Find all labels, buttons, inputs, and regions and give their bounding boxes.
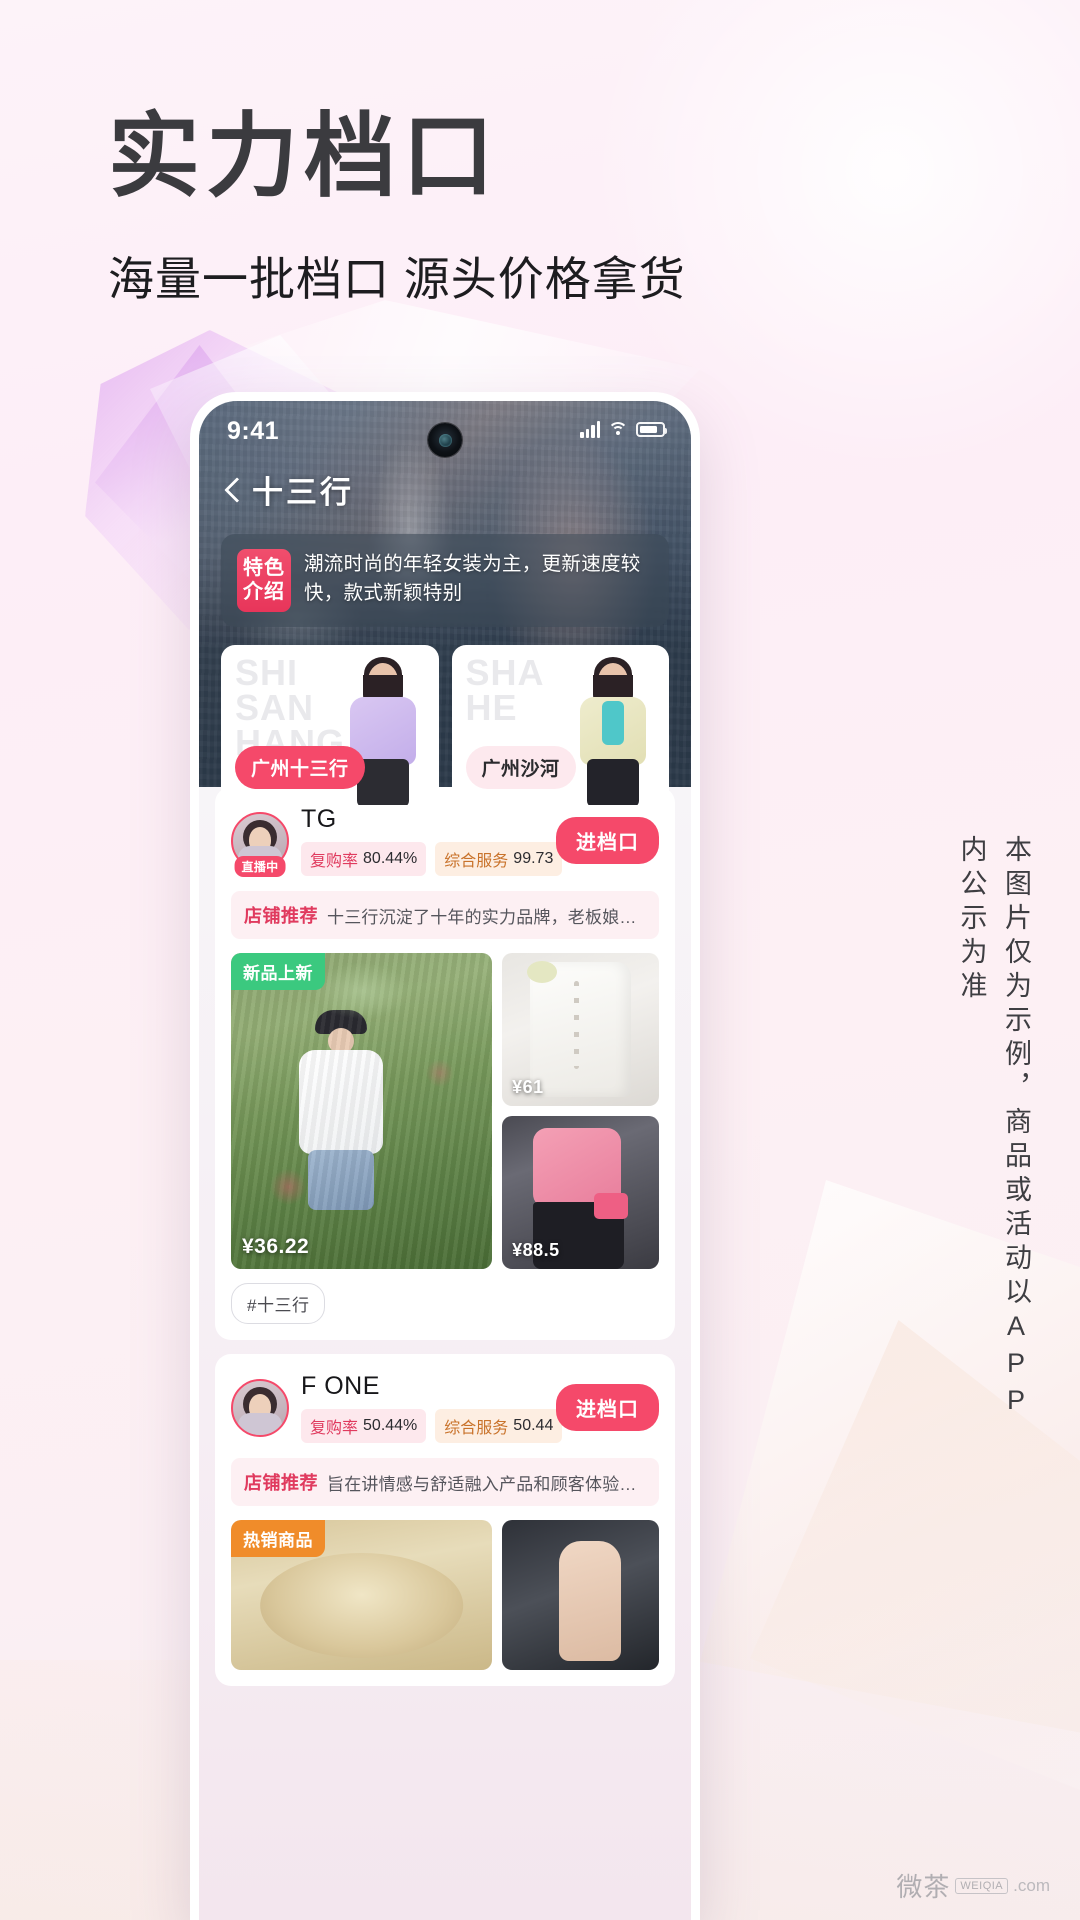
product-gallery: 热销商品 bbox=[231, 1520, 659, 1670]
phone-mockup: 9:41 十三行 特色 介绍 潮流时尚的年轻女装为主，更新速度较快，款式新颖特别 bbox=[190, 392, 700, 1920]
status-bar-icons bbox=[580, 421, 667, 438]
page-title: 实力档口 bbox=[108, 106, 501, 208]
recommend-text: 十三行沉淀了十年的实力品牌，老板娘经常看款 bbox=[327, 907, 646, 927]
signal-bars-icon bbox=[580, 421, 600, 438]
disclaimer-text: 本图片仅为示例，商品或活动以APP内公示为准 bbox=[956, 835, 1031, 1422]
stat-repurchase: 复购率 80.44% bbox=[301, 842, 427, 876]
product-price: ¥61 bbox=[512, 1077, 544, 1097]
recommend-text: 旨在讲情感与舒适融入产品和顾客体验之中。 bbox=[327, 1474, 646, 1494]
shop-header: F ONE 复购率 50.44% 综合服务 50.44 进档口 bbox=[231, 1372, 659, 1443]
market-tile-shisanhang[interactable]: SHI SAN HANG 广州十三行 bbox=[221, 644, 439, 805]
intro-badge-line1: 特色 bbox=[243, 557, 285, 579]
market-chip-shisanhang[interactable]: 广州十三行 bbox=[235, 745, 365, 789]
product-side-images bbox=[502, 1520, 659, 1670]
stat-label: 复购率 bbox=[310, 1420, 359, 1437]
watermark-badge: WEIQIA bbox=[955, 1877, 1009, 1894]
shop-recommend-row: 店铺推荐 旨在讲情感与舒适融入产品和顾客体验之中。 bbox=[231, 1458, 659, 1506]
status-bar-time: 9:41 bbox=[227, 417, 280, 445]
shop-stats: 复购率 80.44% 综合服务 99.73 bbox=[301, 842, 563, 876]
intro-description: 潮流时尚的年轻女装为主，更新速度较快，款式新颖特别 bbox=[304, 553, 641, 605]
nav-bar: 十三行 bbox=[199, 455, 691, 512]
stat-service: 综合服务 99.73 bbox=[435, 842, 563, 876]
recommend-label: 店铺推荐 bbox=[244, 906, 318, 926]
product-photo bbox=[231, 953, 493, 1269]
product-gallery: 新品上新 ¥36.22 ¥61 ¥88.5 bbox=[231, 953, 659, 1269]
page-subtitle: 海量一批档口 源头价格拿货 bbox=[108, 253, 686, 306]
stat-value: 50.44 bbox=[513, 1417, 554, 1434]
hero-header: 9:41 十三行 特色 介绍 潮流时尚的年轻女装为主，更新速度较快，款式新颖特别 bbox=[199, 401, 691, 805]
front-camera-icon bbox=[428, 423, 462, 457]
product-photo bbox=[502, 1520, 659, 1670]
stat-value: 80.44% bbox=[363, 850, 418, 867]
market-ghost-text: SHA HE bbox=[465, 651, 545, 729]
ghost-line-1: SHA bbox=[465, 651, 545, 693]
shop-info: TG 复购率 80.44% 综合服务 99.73 bbox=[301, 805, 563, 876]
shop-name: TG bbox=[301, 805, 337, 833]
market-ghost-text: SHI SAN HANG bbox=[235, 651, 345, 761]
market-tile-list: SHI SAN HANG 广州十三行 SHA HE 广州沙河 bbox=[221, 644, 669, 805]
stat-repurchase: 复购率 50.44% bbox=[301, 1409, 427, 1443]
intro-badge: 特色 介绍 bbox=[237, 549, 291, 612]
ghost-line-2: SAN bbox=[235, 687, 315, 729]
ghost-line-2: HE bbox=[465, 687, 518, 729]
shop-name: F ONE bbox=[301, 1372, 380, 1400]
wifi-icon bbox=[608, 422, 628, 437]
market-chip-shahe[interactable]: 广州沙河 bbox=[465, 745, 576, 789]
nav-title: 十三行 bbox=[252, 475, 354, 510]
enter-shop-button[interactable]: 进档口 bbox=[556, 1384, 659, 1431]
product-main-image[interactable]: 热销商品 bbox=[231, 1520, 493, 1670]
shop-stats: 复购率 50.44% 综合服务 50.44 bbox=[301, 1409, 563, 1443]
product-thumb[interactable]: ¥61 bbox=[502, 953, 659, 1106]
intro-badge-line2: 介绍 bbox=[243, 581, 285, 604]
product-side-images: ¥61 ¥88.5 bbox=[502, 953, 659, 1269]
live-badge: 直播中 bbox=[234, 855, 286, 877]
stat-label: 综合服务 bbox=[444, 853, 509, 870]
stat-label: 综合服务 bbox=[444, 1420, 509, 1437]
hot-product-badge: 热销商品 bbox=[231, 1520, 325, 1557]
ghost-line-1: SHI bbox=[235, 651, 299, 693]
watermark-label: 微茶 bbox=[896, 1872, 951, 1902]
back-chevron-icon[interactable] bbox=[225, 478, 238, 502]
avatar-image bbox=[231, 1378, 289, 1437]
shop-list[interactable]: 直播中 TG 复购率 80.44% 综合服务 99.73 进档口 店铺推荐 十三… bbox=[199, 787, 691, 1920]
avatar[interactable]: 直播中 bbox=[231, 811, 289, 877]
stat-value: 50.44% bbox=[363, 1417, 418, 1434]
stat-label: 复购率 bbox=[310, 853, 359, 870]
new-arrival-badge: 新品上新 bbox=[231, 953, 325, 990]
shop-tag[interactable]: #十三行 bbox=[231, 1283, 326, 1324]
intro-card: 特色 介绍 潮流时尚的年轻女装为主，更新速度较快，款式新颖特别 bbox=[221, 534, 669, 627]
poster-headline-block: 实力档口 海量一批档口 源头价格拿货 bbox=[108, 106, 686, 309]
watermark: 微茶 WEIQIA .com bbox=[896, 1867, 1050, 1904]
model-figure bbox=[295, 1009, 387, 1225]
product-thumb[interactable]: ¥88.5 bbox=[502, 1116, 659, 1269]
shop-card[interactable]: 直播中 TG 复购率 80.44% 综合服务 99.73 进档口 店铺推荐 十三… bbox=[215, 787, 675, 1340]
market-tile-shahe[interactable]: SHA HE 广州沙河 bbox=[451, 644, 669, 805]
shop-card[interactable]: F ONE 复购率 50.44% 综合服务 50.44 进档口 店铺推荐 旨在讲… bbox=[215, 1354, 675, 1686]
stat-service: 综合服务 50.44 bbox=[435, 1409, 563, 1443]
recommend-label: 店铺推荐 bbox=[244, 1473, 318, 1493]
watermark-domain: .com bbox=[1013, 1875, 1050, 1895]
avatar[interactable] bbox=[231, 1378, 289, 1437]
shop-info: F ONE 复购率 50.44% 综合服务 50.44 bbox=[301, 1372, 563, 1443]
product-main-image[interactable]: 新品上新 ¥36.22 bbox=[231, 953, 493, 1269]
stat-value: 99.73 bbox=[513, 850, 554, 867]
phone-screen: 9:41 十三行 特色 介绍 潮流时尚的年轻女装为主，更新速度较快，款式新颖特别 bbox=[199, 401, 691, 1920]
shop-recommend-row: 店铺推荐 十三行沉淀了十年的实力品牌，老板娘经常看款 bbox=[231, 891, 659, 939]
shop-header: 直播中 TG 复购率 80.44% 综合服务 99.73 进档口 bbox=[231, 805, 659, 877]
product-price: ¥36.22 bbox=[242, 1235, 310, 1258]
market-model-image bbox=[561, 653, 665, 805]
product-thumb[interactable] bbox=[502, 1520, 659, 1670]
enter-shop-button[interactable]: 进档口 bbox=[556, 817, 659, 864]
product-price: ¥88.5 bbox=[512, 1240, 560, 1260]
shop-tag-row: #十三行 bbox=[231, 1283, 659, 1324]
battery-icon bbox=[636, 422, 667, 437]
